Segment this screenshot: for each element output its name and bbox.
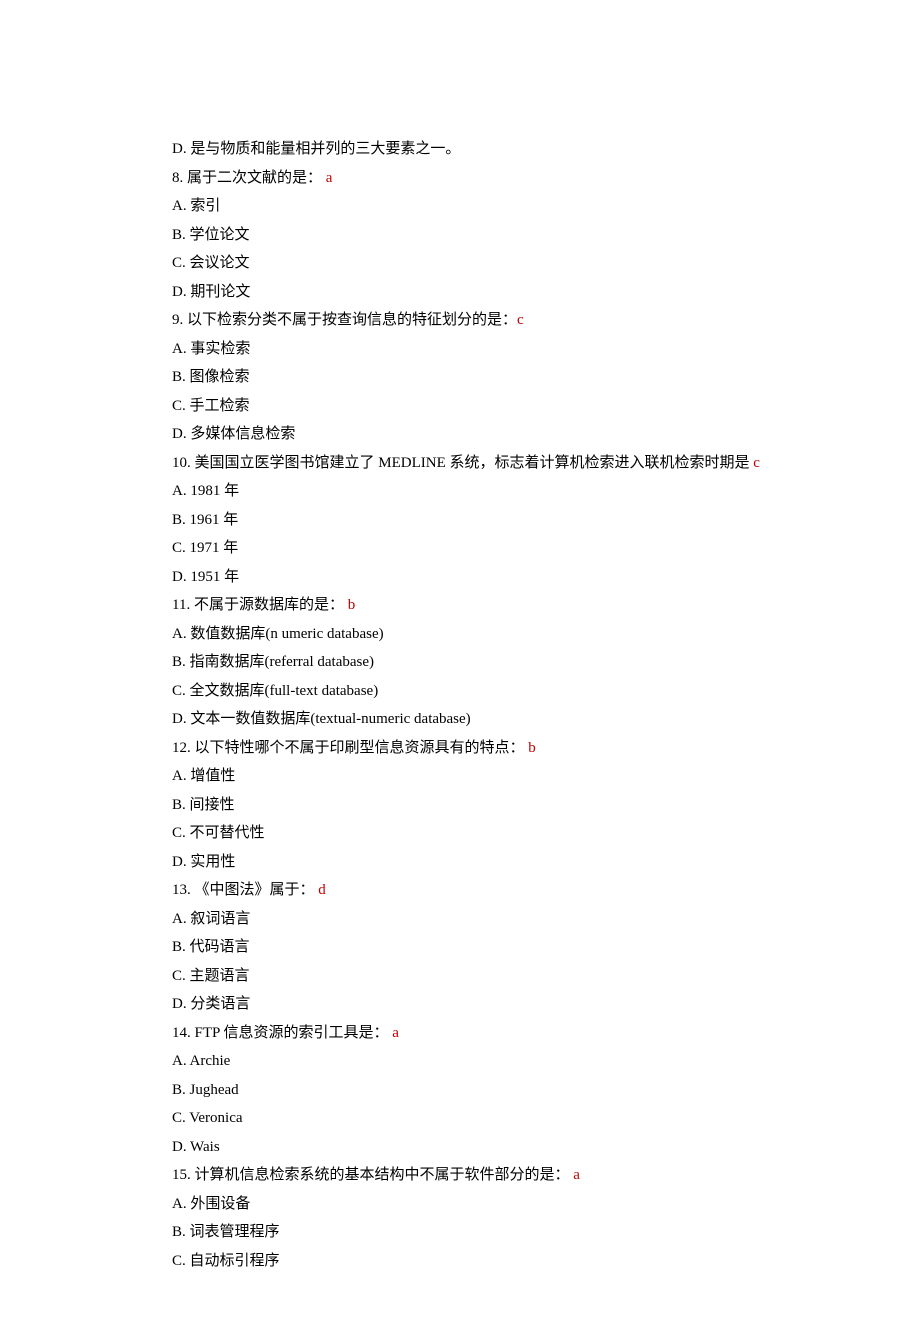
text-line: 8. 属于二次文献的是： a xyxy=(172,164,830,193)
answer-text: c xyxy=(753,455,760,471)
body-text: B. 间接性 xyxy=(172,797,235,813)
body-text: A. 事实检索 xyxy=(172,341,250,357)
document-body: D. 是与物质和能量相并列的三大要素之一。 8. 属于二次文献的是： a A. 索引… xyxy=(0,0,920,1335)
text-line: B. 1961 年 xyxy=(172,506,830,535)
body-text: 13. 《中图法》属于： xyxy=(172,882,318,898)
body-text: C. 自动标引程序 xyxy=(172,1253,280,1269)
text-line: D. 分类语言 xyxy=(172,990,830,1019)
text-line: A. 数值数据库(n umeric database) xyxy=(172,620,830,649)
text-line: B. Jughead xyxy=(172,1076,830,1105)
body-text: C. 主题语言 xyxy=(172,968,250,984)
body-text: D. 是与物质和能量相并列的三大要素之一。 xyxy=(172,141,460,157)
text-line: A. 增值性 xyxy=(172,762,830,791)
text-line: 11. 不属于源数据库的是： b xyxy=(172,591,830,620)
answer-text: d xyxy=(318,882,326,898)
text-line: D. Wais xyxy=(172,1133,830,1162)
text-line: 9. 以下检索分类不属于按查询信息的特征划分的是：c xyxy=(172,306,830,335)
body-text: 9. 以下检索分类不属于按查询信息的特征划分的是： xyxy=(172,312,517,328)
body-text: A. Archie xyxy=(172,1053,230,1069)
body-text: A. 索引 xyxy=(172,198,220,214)
body-text: 14. FTP 信息资源的索引工具是： xyxy=(172,1025,392,1041)
text-line: 10. 美国国立医学图书馆建立了 MEDLINE 系统，标志着计算机检索进入联机… xyxy=(172,449,830,478)
body-text: B. 1961 年 xyxy=(172,512,238,528)
body-text: 15. 计算机信息检索系统的基本结构中不属于软件部分的是： xyxy=(172,1167,573,1183)
text-line: B. 图像检索 xyxy=(172,363,830,392)
body-text: C. 手工检索 xyxy=(172,398,250,414)
answer-text: a xyxy=(326,170,333,186)
body-text: C. 全文数据库(full-text database) xyxy=(172,683,378,699)
body-text: D. Wais xyxy=(172,1139,220,1155)
body-text: A. 增值性 xyxy=(172,768,235,784)
answer-text: b xyxy=(348,597,356,613)
text-line: 13. 《中图法》属于： d xyxy=(172,876,830,905)
body-text: C. 会议论文 xyxy=(172,255,250,271)
text-line: B. 指南数据库(referral database) xyxy=(172,648,830,677)
text-line: A. 叙词语言 xyxy=(172,905,830,934)
body-text: C. 1971 年 xyxy=(172,540,238,556)
text-line: C. 1971 年 xyxy=(172,534,830,563)
text-line: D. 文本一数值数据库(textual-numeric database) xyxy=(172,705,830,734)
body-text: A. 1981 年 xyxy=(172,483,239,499)
body-text: A. 叙词语言 xyxy=(172,911,250,927)
body-text: C. Veronica xyxy=(172,1110,243,1126)
body-text: D. 多媒体信息检索 xyxy=(172,426,295,442)
text-line: C. Veronica xyxy=(172,1104,830,1133)
text-line: C. 自动标引程序 xyxy=(172,1247,830,1276)
text-line: C. 会议论文 xyxy=(172,249,830,278)
body-text: B. 图像检索 xyxy=(172,369,250,385)
text-line: 12. 以下特性哪个不属于印刷型信息资源具有的特点： b xyxy=(172,734,830,763)
text-line: A. 索引 xyxy=(172,192,830,221)
text-line: A. 1981 年 xyxy=(172,477,830,506)
text-line: D. 多媒体信息检索 xyxy=(172,420,830,449)
text-line: 14. FTP 信息资源的索引工具是： a xyxy=(172,1019,830,1048)
text-line: A. Archie xyxy=(172,1047,830,1076)
body-text: D. 1951 年 xyxy=(172,569,239,585)
text-line: D. 是与物质和能量相并列的三大要素之一。 xyxy=(172,135,830,164)
body-text: B. Jughead xyxy=(172,1082,239,1098)
body-text: B. 学位论文 xyxy=(172,227,250,243)
answer-text: a xyxy=(392,1025,399,1041)
text-line: B. 学位论文 xyxy=(172,221,830,250)
body-text: B. 词表管理程序 xyxy=(172,1224,280,1240)
text-line: B. 代码语言 xyxy=(172,933,830,962)
body-text: 10. 美国国立医学图书馆建立了 MEDLINE 系统，标志着计算机检索进入联机… xyxy=(172,455,753,471)
body-text: D. 期刊论文 xyxy=(172,284,250,300)
body-text: D. 实用性 xyxy=(172,854,235,870)
answer-text: c xyxy=(517,312,524,328)
text-line: A. 外围设备 xyxy=(172,1190,830,1219)
body-text: B. 指南数据库(referral database) xyxy=(172,654,374,670)
text-line: C. 手工检索 xyxy=(172,392,830,421)
body-text: 11. 不属于源数据库的是： xyxy=(172,597,348,613)
text-line: C. 不可替代性 xyxy=(172,819,830,848)
text-line: B. 间接性 xyxy=(172,791,830,820)
text-line: D. 1951 年 xyxy=(172,563,830,592)
text-line: D. 实用性 xyxy=(172,848,830,877)
body-text: A. 数值数据库(n umeric database) xyxy=(172,626,384,642)
answer-text: b xyxy=(528,740,536,756)
text-line: B. 词表管理程序 xyxy=(172,1218,830,1247)
text-line: 15. 计算机信息检索系统的基本结构中不属于软件部分的是： a xyxy=(172,1161,830,1190)
text-line: C. 全文数据库(full-text database) xyxy=(172,677,830,706)
answer-text: a xyxy=(573,1167,580,1183)
text-line: C. 主题语言 xyxy=(172,962,830,991)
body-text: B. 代码语言 xyxy=(172,939,250,955)
body-text: D. 分类语言 xyxy=(172,996,250,1012)
body-text: D. 文本一数值数据库(textual-numeric database) xyxy=(172,711,471,727)
body-text: A. 外围设备 xyxy=(172,1196,250,1212)
body-text: 12. 以下特性哪个不属于印刷型信息资源具有的特点： xyxy=(172,740,528,756)
text-line: A. 事实检索 xyxy=(172,335,830,364)
body-text: C. 不可替代性 xyxy=(172,825,265,841)
body-text: 8. 属于二次文献的是： xyxy=(172,170,326,186)
text-line: D. 期刊论文 xyxy=(172,278,830,307)
